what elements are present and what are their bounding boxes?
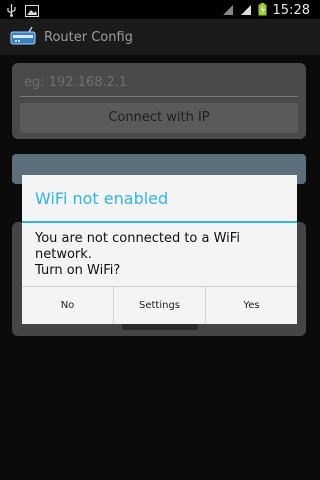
ip-card: eg: 192.168.2.1 Connect with IP [12,63,306,139]
settings-button[interactable]: Settings [113,287,205,324]
wifi-off-icon [222,1,234,20]
status-right-icons: 15:28 [222,1,310,20]
status-time: 15:28 [272,3,310,18]
ip-input[interactable]: eg: 192.168.2.1 [20,69,298,97]
dialog-message: You are not connected to a WiFi network.… [22,223,297,283]
card-handle [122,324,198,330]
battery-icon [258,1,267,20]
no-button[interactable]: No [22,287,113,324]
dialog-message-line2: Turn on WiFi? [35,263,121,278]
connect-with-ip-button[interactable]: Connect with IP [20,103,298,133]
dialog-button-bar: No Settings Yes [22,286,297,324]
dialog-title: WiFi not enabled [22,175,297,223]
action-bar: Router Config [0,19,320,55]
app-title: Router Config [44,29,133,45]
router-app-icon[interactable] [10,26,36,48]
status-bar: 15:28 [0,0,320,19]
wifi-dialog: WiFi not enabled You are not connected t… [22,175,297,324]
signal-icon [240,1,252,20]
yes-button[interactable]: Yes [205,287,297,324]
dialog-message-line1: You are not connected to a WiFi network. [35,231,240,262]
